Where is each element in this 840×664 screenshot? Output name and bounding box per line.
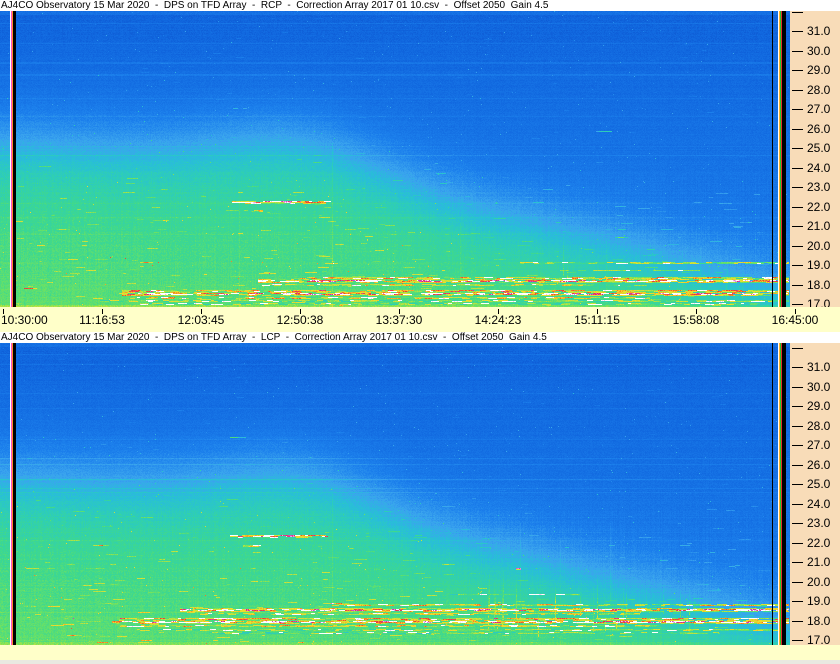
freq-tick: [792, 523, 803, 524]
freq-tick-label: 27.0: [807, 102, 831, 116]
freq-tick-label: 22.0: [807, 199, 831, 214]
freq-tick-label: 23.0: [807, 516, 831, 530]
freq-tick-label: 28.0: [807, 418, 831, 433]
freq-tick-label: 22.0: [807, 535, 831, 550]
freq-tick-label: 31.0: [807, 360, 831, 374]
time-tick-label: 15:11:15: [574, 313, 620, 327]
freq-tick: [792, 128, 803, 130]
freq-tick: [792, 425, 803, 427]
freq-tick-label: 30.0: [807, 379, 831, 394]
freq-tick: [792, 167, 803, 169]
freq-tick: [792, 187, 803, 188]
freq-tick-label: 26.0: [807, 457, 831, 472]
freq-tick: [792, 640, 803, 641]
freq-tick-label: 25.0: [807, 477, 831, 491]
freq-tick: [792, 601, 803, 602]
freq-tick: [792, 562, 803, 563]
freq-tick: [792, 109, 803, 110]
freq-tick: [792, 245, 803, 247]
freq-tick: [792, 367, 803, 368]
freq-tick: [792, 265, 803, 266]
freq-tick: [792, 581, 803, 583]
freq-tick-label: 23.0: [807, 180, 831, 194]
freq-tick-label: 20.0: [807, 574, 831, 589]
freq-tick: [792, 50, 803, 52]
freq-tick-label: 21.0: [807, 219, 831, 233]
freq-tick-label: 19.0: [807, 594, 831, 608]
freq-tick-label: 25.0: [807, 141, 831, 155]
freq-tick-label: 24.0: [807, 160, 831, 175]
time-tick-label: 15:58:08: [672, 313, 720, 327]
freq-tick: [792, 226, 803, 227]
radio-spectrograph-window: AJ4CO Observatory 15 Mar 2020 - DPS on T…: [0, 0, 840, 664]
time-tick-label: 16:45:00: [771, 313, 819, 327]
bottom-strip: [0, 645, 840, 660]
freq-tick-label: 29.0: [807, 399, 831, 413]
freq-tick-label: 21.0: [807, 555, 831, 569]
freq-tick-label: 27.0: [807, 438, 831, 452]
freq-tick: [792, 406, 803, 407]
spectrogram-lcp-display: [0, 343, 790, 645]
time-tick-label: 13:37:30: [375, 313, 423, 327]
panel-title-lcp: AJ4CO Observatory 15 Mar 2020 - DPS on T…: [0, 332, 840, 343]
freq-tick-label: 29.0: [807, 63, 831, 77]
freq-tick-label: 28.0: [807, 82, 831, 97]
freq-tick: [792, 148, 803, 149]
freq-tick: [792, 464, 803, 466]
freq-tick: [792, 70, 803, 71]
time-tick-label: 10:30:00: [1, 313, 48, 327]
time-tick-label: 14:24:23: [474, 313, 522, 327]
freq-tick: [792, 304, 803, 305]
freq-tick-label: 24.0: [807, 496, 831, 511]
freq-tick: [792, 503, 803, 505]
freq-tick: [792, 206, 803, 208]
time-tick-label: 12:03:45: [177, 313, 225, 327]
freq-tick: [792, 284, 803, 286]
freq-tick: [792, 31, 803, 32]
freq-tick: [792, 620, 803, 622]
spectrogram-rcp-display: [0, 11, 790, 307]
freq-tick: [792, 386, 803, 388]
freq-tick-label: 31.0: [807, 24, 831, 38]
panel-title-rcp: AJ4CO Observatory 15 Mar 2020 - DPS on T…: [0, 0, 840, 11]
freq-tick: [792, 542, 803, 544]
freq-tick-label: 26.0: [807, 121, 831, 136]
freq-tick: [792, 89, 803, 91]
freq-tick: [792, 484, 803, 485]
freq-tick: [792, 445, 803, 446]
freq-tick: [792, 11, 803, 13]
time-tick-label: 11:16:53: [79, 313, 125, 327]
freq-tick-label: 20.0: [807, 238, 831, 253]
freq-tick-label: 18.0: [807, 277, 831, 292]
freq-tick-label: 19.0: [807, 258, 831, 272]
freq-tick: [792, 347, 803, 349]
freq-tick-label: 30.0: [807, 43, 831, 58]
bottom-edge: [0, 660, 840, 664]
freq-tick-label: 18.0: [807, 613, 831, 628]
time-tick-label: 12:50:38: [276, 313, 324, 327]
